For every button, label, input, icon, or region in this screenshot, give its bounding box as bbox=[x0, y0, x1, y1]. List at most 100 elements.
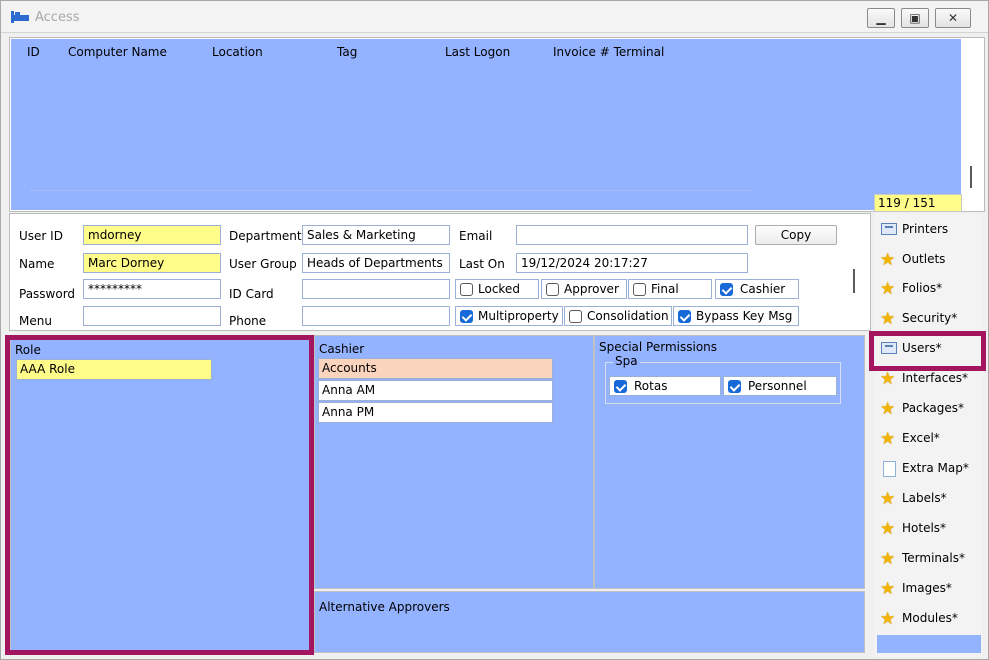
checkbox-checked-icon bbox=[728, 380, 741, 393]
locked-checkbox[interactable]: Locked bbox=[455, 279, 539, 299]
locked-label: Locked bbox=[478, 282, 520, 296]
bypass-key-msg-label: Bypass Key Msg bbox=[696, 309, 793, 323]
checkbox-unchecked-icon bbox=[460, 283, 473, 296]
column-header-id[interactable]: ID bbox=[27, 45, 40, 59]
last-on-label: Last On bbox=[459, 257, 505, 271]
users-nav-highlight bbox=[869, 331, 986, 371]
final-label: Final bbox=[651, 282, 679, 296]
terminal-grid[interactable]: ID Computer Name Location Tag Last Logon… bbox=[9, 37, 985, 212]
nav-item-label: Images* bbox=[902, 581, 952, 595]
special-permissions-panel: Special Permissions Spa Rotas Personnel bbox=[594, 335, 865, 589]
menu-field[interactable] bbox=[83, 306, 221, 326]
id-card-label: ID Card bbox=[229, 287, 274, 301]
minimize-button[interactable]: ▁ bbox=[867, 8, 895, 28]
nav-item-label: Outlets bbox=[902, 252, 946, 266]
name-field[interactable]: Marc Dorney bbox=[83, 253, 221, 273]
terminal-grid-body[interactable]: ID Computer Name Location Tag Last Logon… bbox=[11, 39, 961, 210]
nav-item-label: Modules* bbox=[902, 611, 958, 625]
star-icon: ★ bbox=[880, 309, 896, 329]
maximize-button[interactable]: ▣ bbox=[901, 8, 929, 28]
checkbox-checked-icon bbox=[678, 310, 691, 323]
nav-item-labels[interactable]: ★ Labels* bbox=[875, 484, 983, 513]
nav-item-images[interactable]: ★ Images* bbox=[875, 574, 983, 603]
column-header-tag[interactable]: Tag bbox=[337, 45, 357, 59]
approver-checkbox[interactable]: Approver bbox=[541, 279, 627, 299]
consolidation-checkbox[interactable]: Consolidation bbox=[564, 306, 672, 326]
page-icon bbox=[880, 460, 898, 478]
nav-item-excel[interactable]: ★ Excel* bbox=[875, 424, 983, 453]
name-label: Name bbox=[19, 257, 55, 271]
nav-item-terminals[interactable]: ★ Terminals* bbox=[875, 544, 983, 573]
multiproperty-label: Multiproperty bbox=[478, 309, 559, 323]
list-item[interactable]: Anna AM bbox=[318, 380, 553, 401]
nav-item-label: Labels* bbox=[902, 491, 947, 505]
nav-item-folios[interactable]: ★ Folios* bbox=[875, 274, 983, 303]
star-icon: ★ bbox=[880, 579, 896, 599]
form-scrollbar-thumb[interactable] bbox=[853, 269, 855, 293]
nav-item-packages[interactable]: ★ Packages* bbox=[875, 394, 983, 423]
grid-row-divider bbox=[31, 190, 751, 191]
cashier-checkbox[interactable]: Cashier bbox=[715, 279, 799, 299]
checkbox-unchecked-icon bbox=[633, 283, 646, 296]
last-on-field: 19/12/2024 20:17:27 bbox=[516, 253, 748, 273]
column-header-location[interactable]: Location bbox=[212, 45, 263, 59]
cashier-panel-title: Cashier bbox=[319, 342, 365, 356]
grid-scrollbar-thumb[interactable] bbox=[970, 166, 972, 188]
checkbox-checked-icon bbox=[720, 283, 733, 296]
checkbox-checked-icon bbox=[614, 380, 627, 393]
checkbox-unchecked-icon bbox=[569, 310, 582, 323]
nav-item-label: Security* bbox=[902, 311, 958, 325]
user-id-field[interactable]: mdorney bbox=[83, 225, 221, 245]
user-group-field[interactable]: Heads of Departments bbox=[302, 253, 450, 273]
list-item[interactable]: Accounts bbox=[318, 358, 553, 379]
approver-label: Approver bbox=[564, 282, 619, 296]
column-header-last-logon[interactable]: Last Logon bbox=[445, 45, 510, 59]
copy-button[interactable]: Copy bbox=[755, 225, 837, 245]
password-field[interactable]: ********* bbox=[83, 279, 221, 299]
nav-item-outlets[interactable]: ★ Outlets bbox=[875, 245, 983, 274]
nav-item-printers[interactable]: Printers bbox=[875, 215, 983, 244]
nav-item-label: Interfaces* bbox=[902, 371, 968, 385]
phone-label: Phone bbox=[229, 314, 267, 328]
grid-scrollbar[interactable] bbox=[965, 38, 984, 211]
list-item[interactable]: Anna PM bbox=[318, 402, 553, 423]
bypass-key-msg-checkbox[interactable]: Bypass Key Msg bbox=[673, 306, 799, 326]
rotas-label: Rotas bbox=[634, 379, 668, 393]
role-panel-highlight bbox=[5, 335, 314, 655]
personnel-checkbox[interactable]: Personnel bbox=[723, 376, 837, 396]
star-icon: ★ bbox=[880, 489, 896, 509]
user-id-label: User ID bbox=[19, 229, 63, 243]
id-card-field[interactable] bbox=[302, 279, 450, 299]
record-counter: 119 / 151 bbox=[874, 194, 962, 212]
nav-item-extra-map[interactable]: Extra Map* bbox=[875, 454, 983, 483]
email-field[interactable] bbox=[516, 225, 748, 245]
department-field[interactable]: Sales & Marketing bbox=[302, 225, 450, 245]
maximize-icon: ▣ bbox=[909, 11, 921, 25]
star-icon: ★ bbox=[880, 609, 896, 629]
bed-icon bbox=[11, 11, 29, 23]
final-checkbox[interactable]: Final bbox=[628, 279, 712, 299]
nav-item-security[interactable]: ★ Security* bbox=[875, 304, 983, 333]
nav-footer bbox=[877, 635, 981, 653]
multiproperty-checkbox[interactable]: Multiproperty bbox=[455, 306, 563, 326]
nav-item-label: Hotels* bbox=[902, 521, 947, 535]
star-icon: ★ bbox=[880, 399, 896, 419]
nav-item-hotels[interactable]: ★ Hotels* bbox=[875, 514, 983, 543]
checkbox-unchecked-icon bbox=[546, 283, 559, 296]
phone-field[interactable] bbox=[302, 306, 450, 326]
window-title: Access bbox=[35, 10, 80, 25]
column-header-invoice-terminal[interactable]: Invoice # Terminal bbox=[553, 45, 664, 59]
personnel-label: Personnel bbox=[748, 379, 807, 393]
close-button[interactable]: ✕ bbox=[935, 8, 971, 28]
nav-item-label: Printers bbox=[902, 222, 949, 236]
minimize-icon: ▁ bbox=[876, 11, 886, 25]
star-icon: ★ bbox=[880, 519, 896, 539]
column-header-computer-name[interactable]: Computer Name bbox=[68, 45, 167, 59]
nav-item-modules[interactable]: ★ Modules* bbox=[875, 604, 983, 633]
user-group-label: User Group bbox=[229, 257, 297, 271]
checkbox-checked-icon bbox=[460, 310, 473, 323]
department-label: Department bbox=[229, 229, 302, 243]
rotas-checkbox[interactable]: Rotas bbox=[609, 376, 721, 396]
password-label: Password bbox=[19, 287, 76, 301]
alternative-approvers-panel: Alternative Approvers bbox=[314, 591, 865, 653]
